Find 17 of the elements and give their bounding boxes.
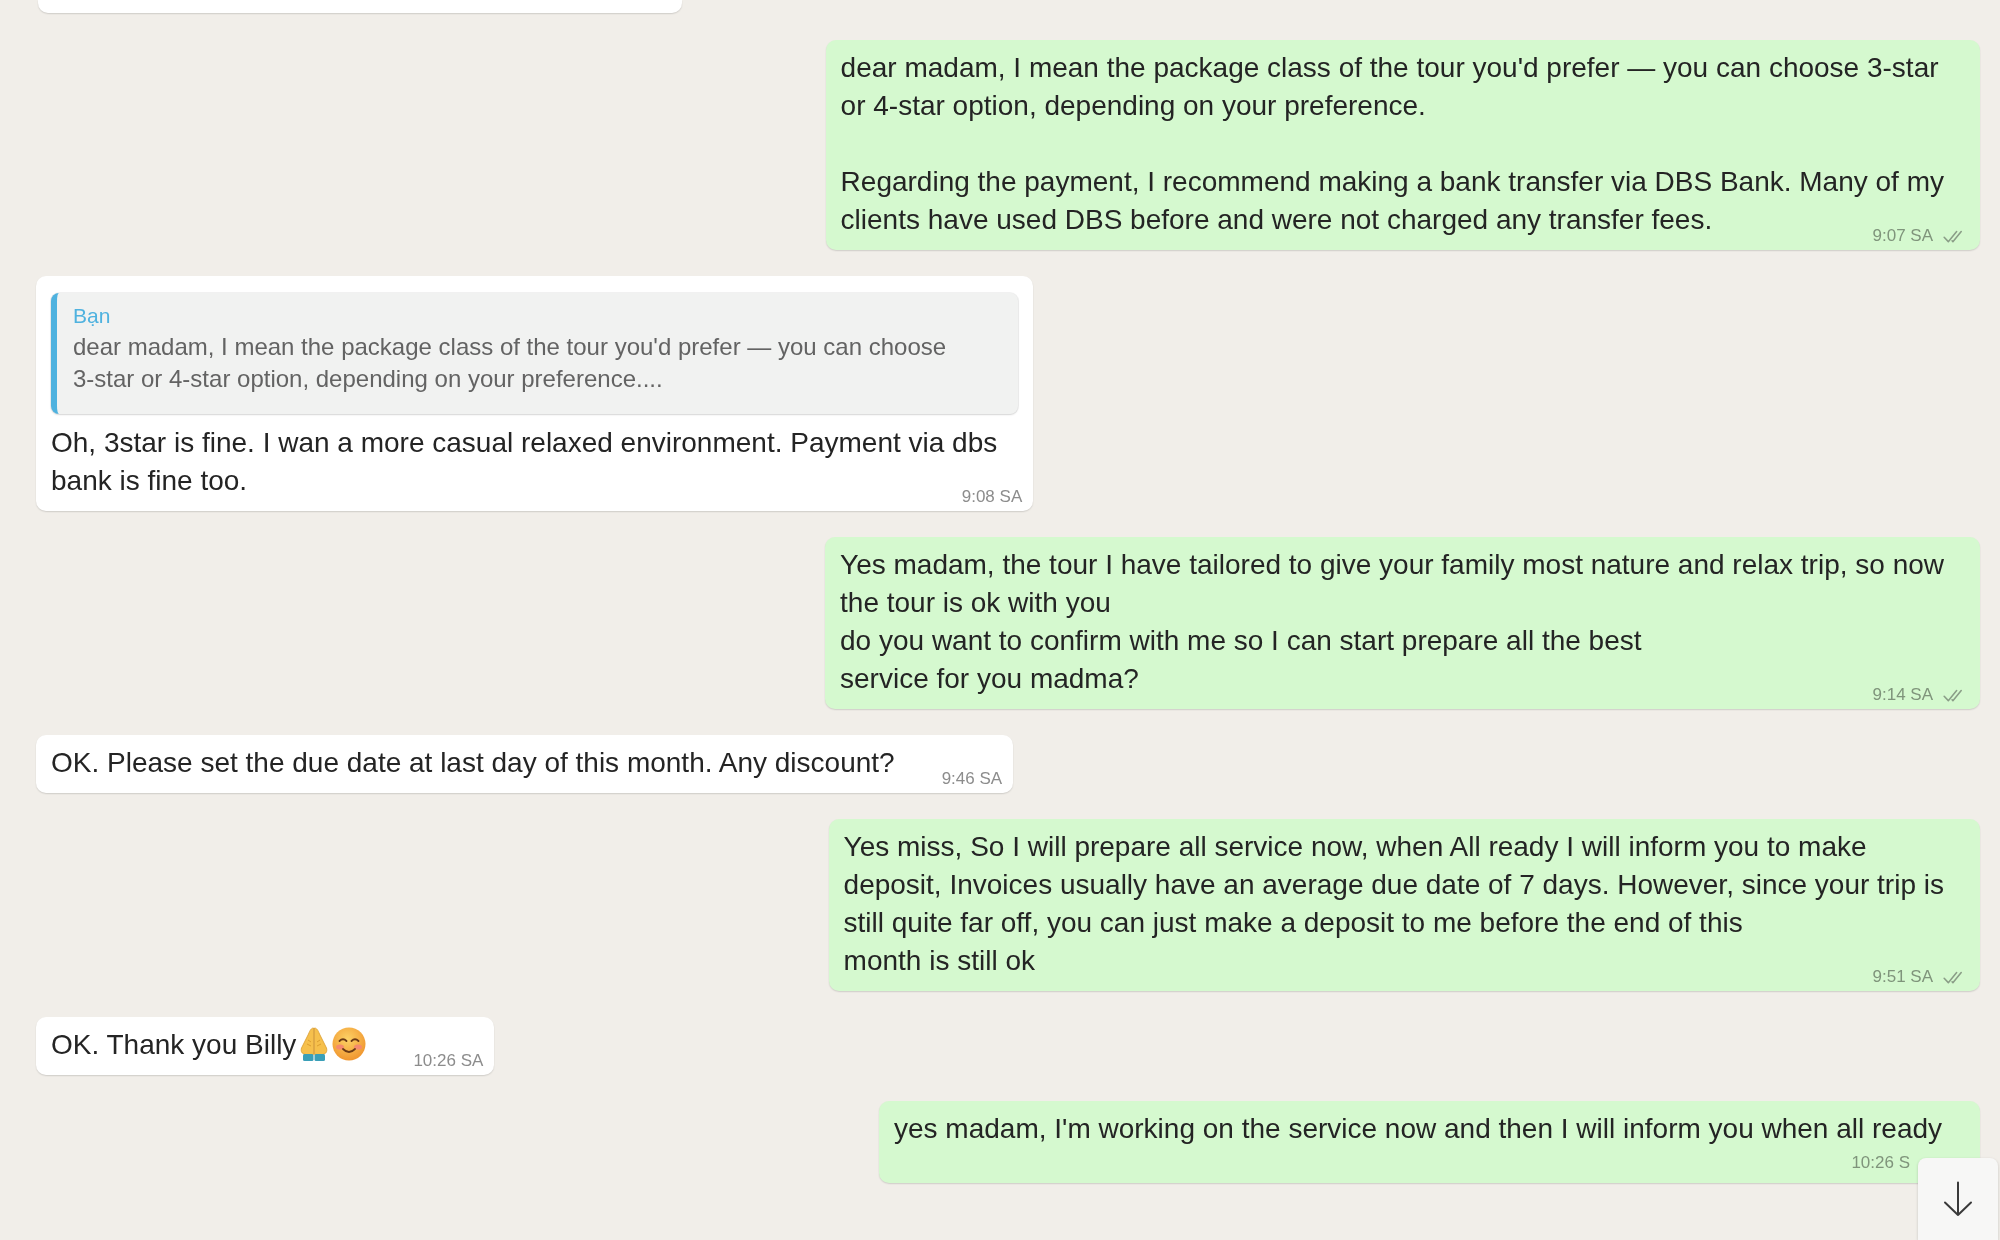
- timestamp: 9:51 SA: [1872, 968, 1933, 986]
- timestamp: 9:07 SA: [1872, 227, 1933, 245]
- quote-author: Bạn: [73, 303, 112, 329]
- quoted-message[interactable]: Bạn dear madam, I mean the package class of the tour you'd prefer — you can choose 3-star or 4-star option, depending on your preference....: [51, 293, 1019, 414]
- timestamp: 9:14 SA: [1872, 686, 1933, 704]
- folded-hands-icon: [299, 1027, 330, 1061]
- timestamp: 9:08 SA: [961, 488, 1023, 506]
- timestamp: 9:46 SA: [941, 770, 1003, 788]
- message-text: yes madam, I'm working on the service now and then I will inform you when all ready: [894, 1113, 1943, 1144]
- message-text: OK. Please set the due date at last day of this month. Any discount?: [51, 747, 895, 778]
- message-text: OK. Thank you Billy: [51, 1029, 297, 1060]
- arrow-down-icon: [1943, 1181, 1973, 1217]
- timestamp: 10:26 SA: [413, 1052, 484, 1070]
- scroll-down-button[interactable]: [1918, 1158, 1998, 1240]
- smiling-face-icon: [332, 1027, 367, 1061]
- timestamp: 10:26 S: [1851, 1154, 1910, 1172]
- quote-text: dear madam, I mean the package class of the tour you'd prefer — you can choose 3-star or 4-star option, depending on your preference....: [73, 332, 948, 394]
